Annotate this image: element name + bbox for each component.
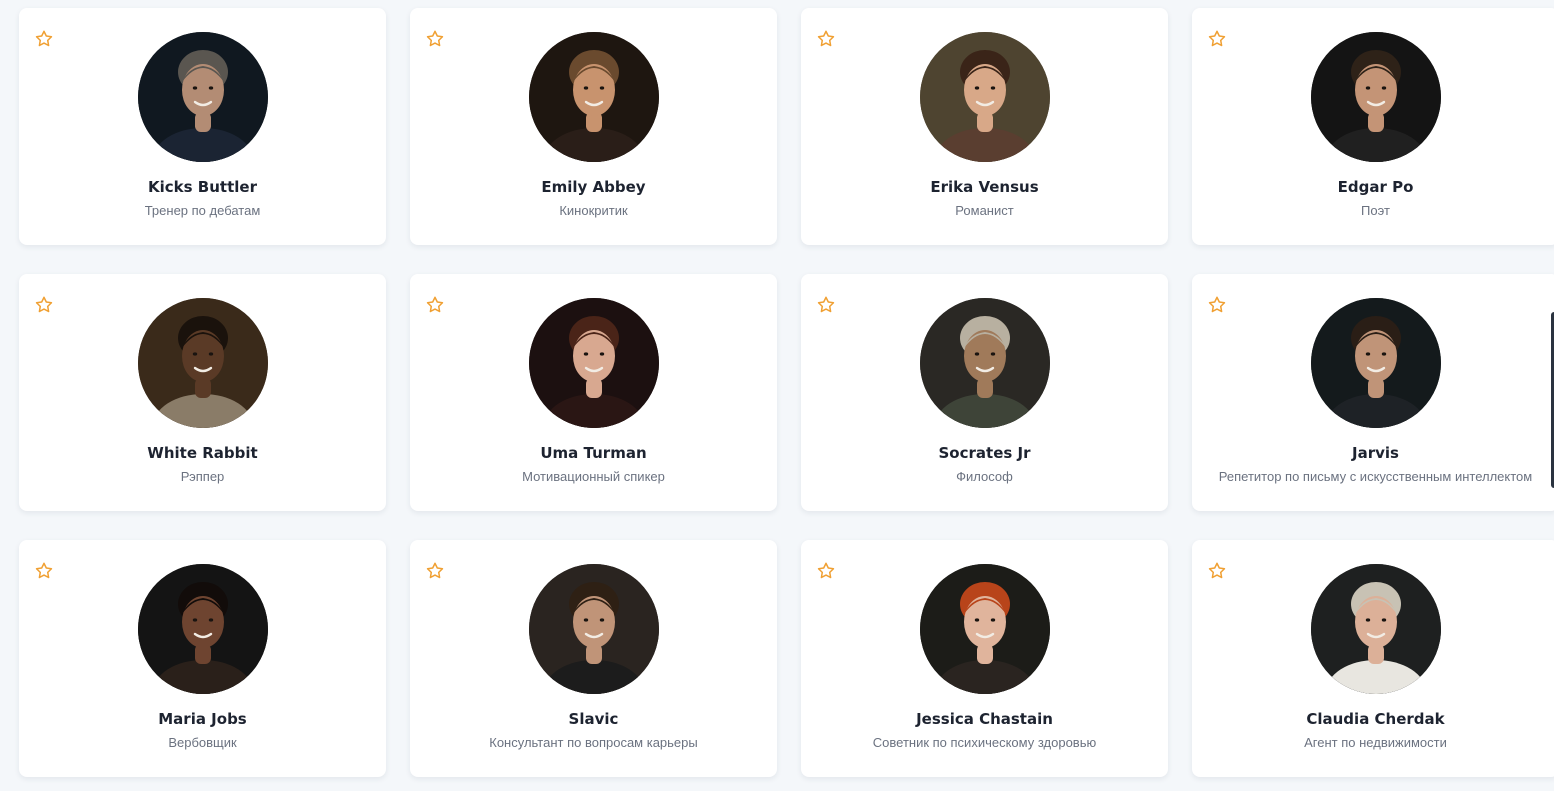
avatar [137,564,268,694]
character-role: Консультант по вопросам карьеры [489,735,698,750]
character-card[interactable]: Slavic Консультант по вопросам карьеры [410,540,777,777]
favorite-star-icon[interactable] [425,561,445,581]
favorite-star-icon[interactable] [34,29,54,49]
character-name: Emily Abbey [541,178,646,196]
character-role: Советник по психическому здоровью [872,735,1097,750]
favorite-star-icon[interactable] [34,561,54,581]
avatar [1310,564,1441,694]
favorite-star-icon[interactable] [816,29,836,49]
avatar [919,564,1050,694]
favorite-star-icon[interactable] [1207,561,1227,581]
avatar [528,32,659,162]
character-card[interactable]: Maria Jobs Вербовщик [19,540,386,777]
character-grid: Kicks Buttler Тренер по дебатам Emily Ab… [19,8,1554,777]
character-card[interactable]: White Rabbit Рэппер [19,274,386,511]
character-role: Романист [955,203,1014,218]
character-name: Slavic [568,710,619,728]
favorite-star-icon[interactable] [425,29,445,49]
favorite-star-icon[interactable] [1207,29,1227,49]
character-role: Поэт [1361,203,1390,218]
character-name: Claudia Cherdak [1306,710,1445,728]
character-card[interactable]: Jarvis Репетитор по письму с искусственн… [1192,274,1554,511]
character-name: Maria Jobs [158,710,247,728]
character-name: Socrates Jr [938,444,1031,462]
character-role: Рэппер [180,469,225,484]
character-name: White Rabbit [147,444,258,462]
character-role: Вербовщик [168,735,237,750]
character-card[interactable]: Emily Abbey Кинокритик [410,8,777,245]
character-role: Репетитор по письму с искусственным инте… [1218,469,1533,484]
character-card[interactable]: Jessica Chastain Советник по психическом… [801,540,1168,777]
avatar [1310,32,1441,162]
avatar [137,298,268,428]
character-role: Агент по недвижимости [1304,735,1447,750]
character-name: Uma Turman [540,444,647,462]
character-card[interactable]: Claudia Cherdak Агент по недвижимости [1192,540,1554,777]
favorite-star-icon[interactable] [816,295,836,315]
character-card[interactable]: Socrates Jr Философ [801,274,1168,511]
avatar [528,564,659,694]
character-name: Kicks Buttler [148,178,257,196]
favorite-star-icon[interactable] [1207,295,1227,315]
character-role: Тренер по дебатам [144,203,261,218]
favorite-star-icon[interactable] [425,295,445,315]
avatar [137,32,268,162]
character-card[interactable]: Edgar Po Поэт [1192,8,1554,245]
character-card[interactable]: Kicks Buttler Тренер по дебатам [19,8,386,245]
favorite-star-icon[interactable] [816,561,836,581]
character-name: Jarvis [1352,444,1399,462]
character-name: Erika Vensus [930,178,1039,196]
character-card[interactable]: Uma Turman Мотивационный спикер [410,274,777,511]
favorite-star-icon[interactable] [34,295,54,315]
avatar [919,32,1050,162]
character-name: Jessica Chastain [916,710,1053,728]
avatar [528,298,659,428]
character-role: Философ [956,469,1013,484]
avatar [919,298,1050,428]
character-role: Мотивационный спикер [522,469,665,484]
character-name: Edgar Po [1337,178,1414,196]
character-role: Кинокритик [559,203,628,218]
character-card[interactable]: Erika Vensus Романист [801,8,1168,245]
avatar [1310,298,1441,428]
